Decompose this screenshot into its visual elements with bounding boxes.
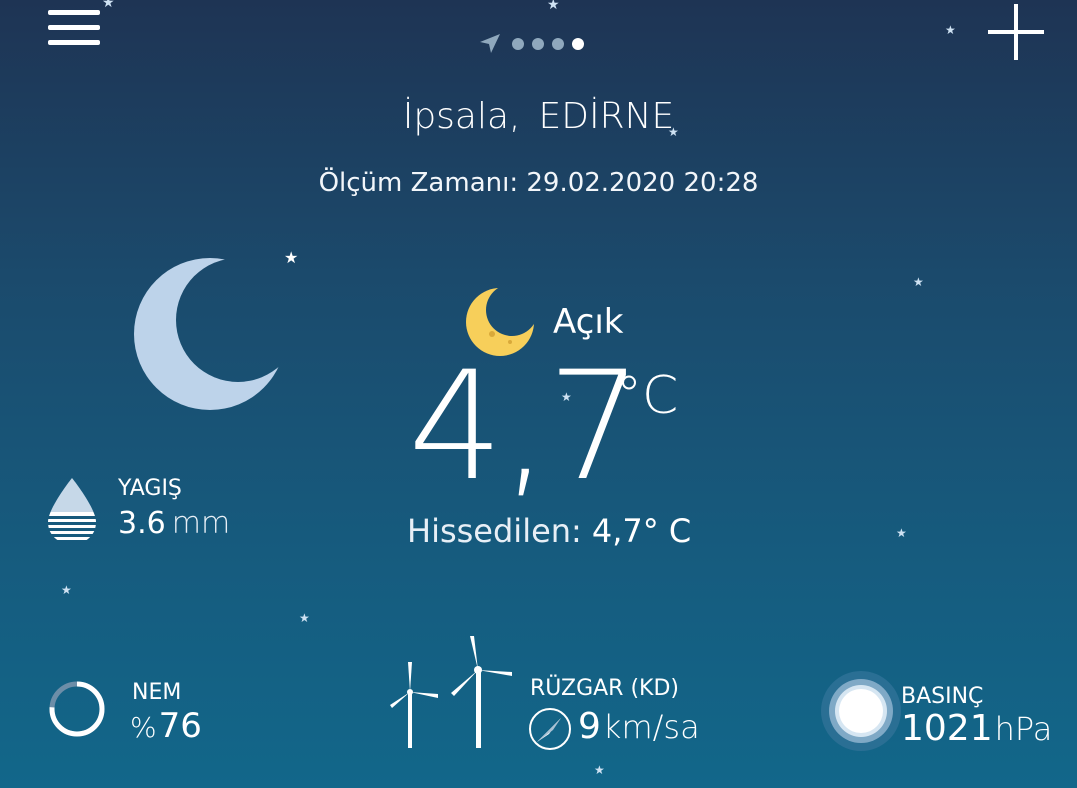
temperature-value: 4,7: [408, 340, 643, 514]
condition-text: Açık: [553, 302, 624, 342]
humidity-ring-icon: [49, 681, 105, 737]
measurement-time: Ölçüm Zamanı: 29.02.2020 20:28: [0, 168, 1077, 198]
precipitation-label: YAGIŞ: [118, 476, 182, 501]
wind-turbine-icon: [390, 636, 512, 748]
temperature-unit: °C: [616, 366, 679, 426]
humidity-label: NEM: [132, 680, 182, 705]
star-icon: ★: [299, 611, 310, 625]
star-icon: ★: [945, 23, 956, 37]
humidity-value: 76: [158, 706, 202, 746]
precipitation-unit: mm: [171, 506, 231, 541]
wind-label: RÜZGAR (KD): [530, 676, 679, 701]
district-name: İpsala,: [402, 96, 521, 137]
feels-like: Hissedilen: 4,7° C: [407, 512, 691, 550]
menu-icon[interactable]: [48, 10, 100, 50]
pressure-value-row: 1021hPa: [901, 708, 1052, 749]
page-dot[interactable]: [512, 38, 524, 50]
star-icon: ★: [896, 526, 907, 540]
measurement-label: Ölçüm Zamanı:: [318, 168, 519, 198]
precipitation-value-row: 3.6 mm: [118, 506, 230, 541]
star-icon: ★: [547, 0, 560, 13]
page-dot-active[interactable]: [572, 38, 584, 50]
moon-icon: [134, 258, 286, 410]
feels-like-label: Hissedilen:: [407, 512, 582, 550]
pressure-sun-icon: [821, 671, 901, 751]
star-icon: ★: [913, 275, 924, 289]
page-indicator: [478, 32, 584, 56]
measurement-value: 29.02.2020 20:28: [526, 168, 759, 198]
pressure-value: 1021: [901, 708, 993, 749]
wind-unit: km/sa: [602, 708, 700, 746]
humidity-value-row: %76: [130, 706, 202, 746]
star-icon: ★: [102, 0, 115, 11]
pressure-unit: hPa: [994, 710, 1053, 748]
province-name: EDİRNE: [538, 96, 675, 137]
location-arrow-icon[interactable]: [478, 32, 502, 56]
star-icon: ★: [594, 763, 605, 777]
wind-value: 9: [578, 706, 601, 747]
raindrop-icon: [48, 478, 96, 540]
add-location-icon[interactable]: [988, 4, 1044, 60]
wind-direction-icon: [529, 708, 571, 750]
page-dot[interactable]: [552, 38, 564, 50]
feels-like-value: 4,7° C: [591, 512, 692, 550]
pressure-label: BASINÇ: [901, 684, 984, 709]
humidity-prefix: %: [130, 711, 157, 744]
precipitation-value: 3.6: [118, 506, 166, 541]
location-title: İpsala, EDİRNE: [0, 96, 1077, 137]
wind-value-row: 9km/sa: [578, 706, 700, 747]
page-dot[interactable]: [532, 38, 544, 50]
star-icon: ★: [61, 583, 72, 597]
